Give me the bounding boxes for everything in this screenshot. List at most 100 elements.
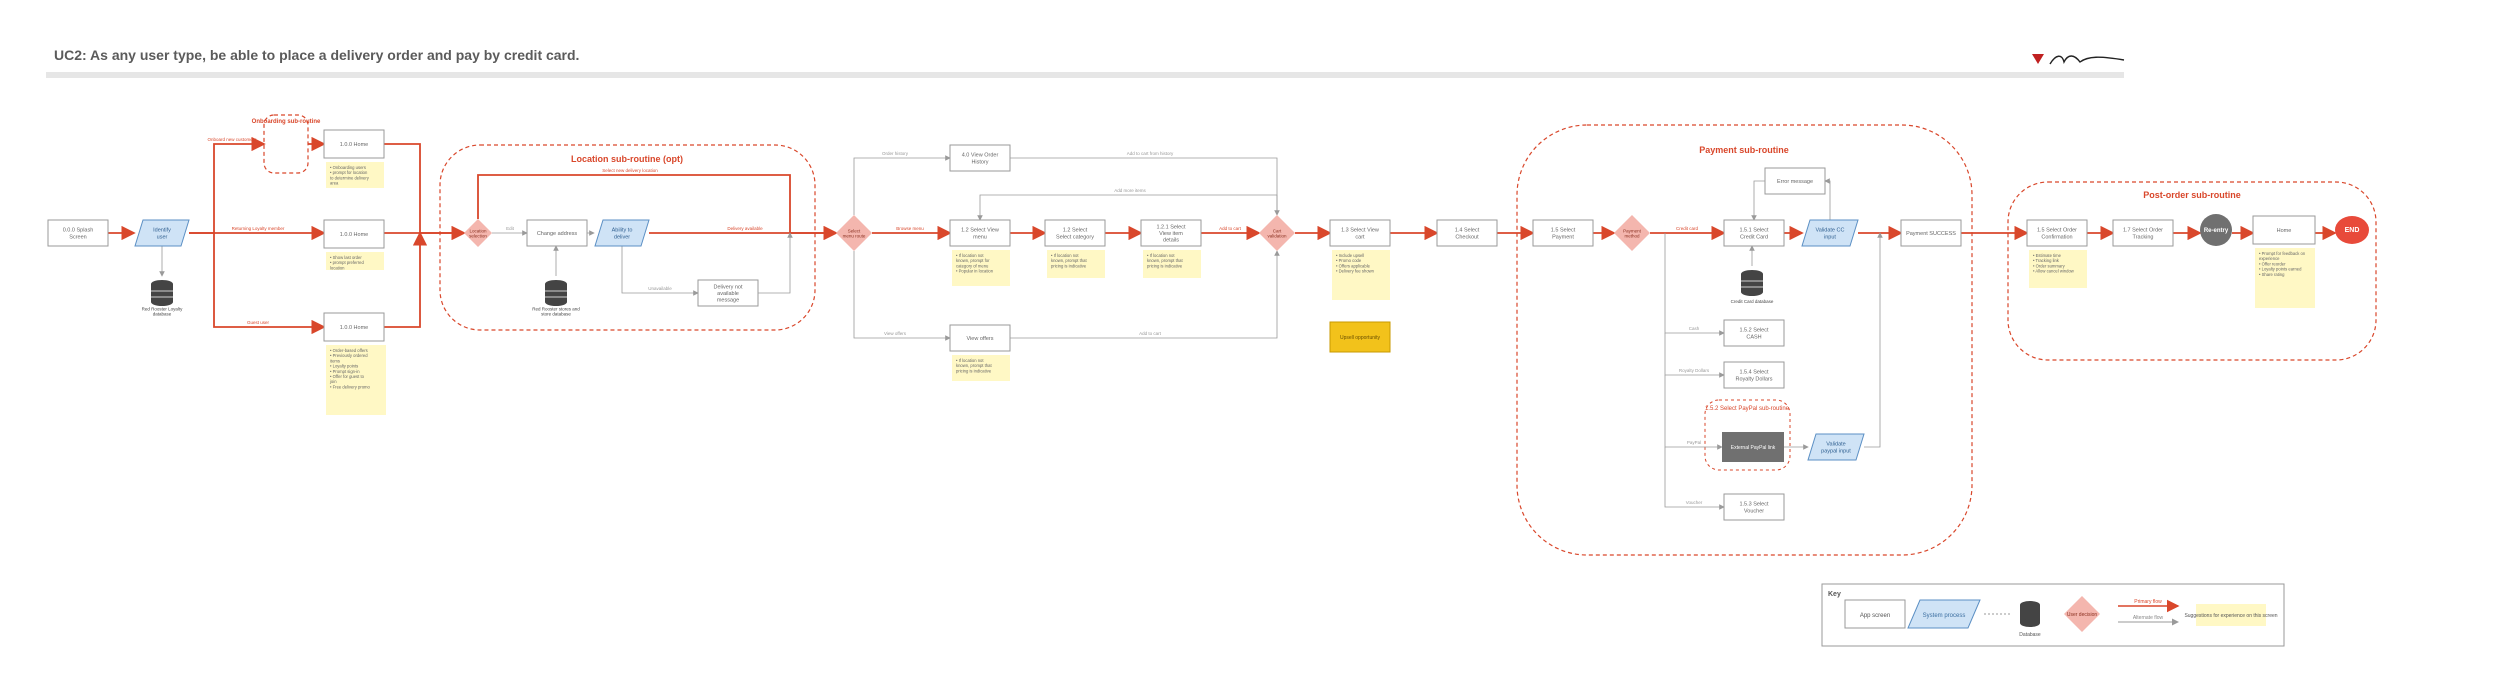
edge-link: [384, 143, 466, 241]
screen-order-confirm[interactable]: 1.5 Select Order Confirmation: [2026, 219, 2088, 247]
legend-title: Key: [1828, 591, 1841, 598]
note-n-menu: • If location not known, prompt for cate…: [952, 250, 1010, 286]
edge-e_more: [977, 194, 1278, 221]
screen-label: View offers: [966, 336, 993, 342]
screen-view-offers[interactable]: View offers: [949, 324, 1011, 352]
screen-payment[interactable]: 1.5 Select Payment: [1532, 219, 1594, 247]
screen-home-top[interactable]: 1.0.0 Home: [323, 129, 385, 159]
legend: Key App screen System process Database U…: [1821, 583, 2285, 647]
group-location-label: Location sub-routine (opt): [571, 154, 683, 164]
screen-order-history[interactable]: 4.0 View Order History: [949, 144, 1011, 172]
note-n-item: • If location not known, prompt that pri…: [1143, 250, 1201, 278]
database-icon: Credit Card database: [1731, 270, 1774, 304]
process-id-user: Identify user: [134, 219, 190, 247]
edge-link: [1824, 178, 1831, 220]
note-n-home-top: • Onboarding users • prompt for location…: [326, 162, 384, 188]
decision-d-cart: Cart validation: [1259, 215, 1295, 251]
note-n-home-end: • Prompt for feedback on experience • Of…: [2255, 248, 2315, 308]
edge-label: View offers: [884, 331, 907, 336]
screen-view-item[interactable]: 1.2.1 Select View item details: [1140, 219, 1202, 247]
screen-payment-success[interactable]: Payment SUCCESS: [1900, 219, 1962, 247]
edge-label: Browse menu: [896, 226, 924, 231]
database-label: Red Rooster Loyalty database: [142, 306, 184, 316]
screen-splash[interactable]: 0.0.0 Splash Screen: [47, 219, 109, 247]
edge-link: [758, 232, 793, 294]
edge-e_cash: [1664, 233, 1725, 336]
edge-e_voucher: [1664, 447, 1725, 510]
edge-label: Select new delivery location: [602, 168, 658, 173]
screen-label: 1.0.0 Home: [340, 232, 368, 238]
legend-note-label: Suggestions for experience on this scree…: [2184, 613, 2277, 619]
screen-home-mid[interactable]: 1.0.0 Home: [323, 219, 385, 249]
screen-label: 1.5.1 Select Credit Card: [1739, 228, 1769, 241]
database-icon: Red Rooster Loyalty database: [142, 280, 184, 317]
screen-label: 1.5 Select Payment: [1551, 228, 1576, 241]
screen-home-bot[interactable]: 1.0.0 Home: [323, 312, 385, 342]
edge-label: Add to cart from history: [1127, 151, 1174, 156]
screen-label: 1.0.0 Home: [340, 142, 368, 148]
edge-link: [1864, 232, 1883, 448]
note-n-home-bot: • Order-based offers • Previously ordere…: [326, 345, 386, 415]
edge-label: Credit card: [1676, 226, 1699, 231]
screen-order-tracking[interactable]: 1.7 Select Order Tracking: [2112, 219, 2174, 247]
edge-label: Delivery available: [727, 226, 763, 231]
edge-label: Cash: [1689, 326, 1700, 331]
end-label: END: [2345, 227, 2360, 234]
edge-link: [384, 231, 428, 328]
edge-label: Edit: [506, 226, 515, 231]
screen-voucher[interactable]: 1.5.3 Select Voucher: [1723, 493, 1785, 521]
legend-process-label: System process: [1923, 613, 1966, 619]
group-payment-label: Payment sub-routine: [1699, 145, 1789, 155]
edge-label: Add more items: [1114, 188, 1146, 193]
screen-credit-card[interactable]: 1.5.1 Select Credit Card: [1723, 219, 1785, 247]
screen-label: 1.0.0 Home: [340, 325, 368, 331]
process-label: Ability to deliver: [612, 228, 633, 241]
edge-label: Unavailable: [648, 286, 672, 291]
re-entry-label: Re-entry: [2204, 228, 2229, 234]
edge-label: PayPal: [1687, 440, 1701, 445]
screen-label: Error message: [1777, 179, 1813, 185]
edge-label: Royalty Dollars: [1679, 368, 1710, 373]
note-n-confirm: • Estimate time • Tracking link • Order …: [2029, 250, 2087, 288]
screen-cash[interactable]: 1.5.2 Select CASH: [1723, 319, 1785, 347]
edge-e_history: [853, 155, 951, 215]
edge-e_returning: [1010, 157, 1280, 216]
screen-label: Payment SUCCESS: [1906, 231, 1956, 237]
screen-view-cart[interactable]: 1.3 Select View cart: [1329, 219, 1391, 247]
screen-error-message[interactable]: Error message: [1764, 167, 1826, 195]
legend-primary-label: Primary flow: [2134, 599, 2162, 605]
edge-link: [1751, 180, 1765, 221]
screen-checkout[interactable]: 1.4 Select Checkout: [1436, 219, 1498, 247]
nodes: 0.0.0 Splash Screen Identify user Red Rooste…: [47, 129, 2369, 521]
edge-e_guest: [213, 233, 326, 335]
screen-loyalty[interactable]: 1.5.4 Select Royalty Dollars: [1723, 361, 1785, 389]
screen-select-category[interactable]: 1.2 Select Select category: [1044, 219, 1106, 247]
database-icon: Red Rooster stores and store database: [532, 280, 580, 317]
legend-database-label: Database: [2019, 632, 2041, 638]
edge-label: Returning Loyalty member: [232, 226, 285, 231]
highlight-label: Upsell opportunity: [1340, 335, 1381, 341]
decision-d-payment: Payment method: [1614, 215, 1650, 251]
edge-e_onboard: [189, 136, 266, 234]
screen-view-menu[interactable]: 1.2 Select View menu: [949, 219, 1011, 247]
decision-label: Location selection: [469, 228, 487, 238]
end-node: END: [2335, 216, 2369, 244]
process-validate-cc: Validate CC input: [1801, 219, 1859, 247]
edge-label: Onboard new customers: [207, 137, 257, 142]
decision-label: Payment method: [1623, 228, 1642, 238]
process-validate-paypal: Validate paypal input: [1807, 433, 1865, 461]
process-apply-to-deliver: Ability to deliver: [594, 219, 650, 247]
screen-delivery-msg[interactable]: Delivery not available message: [697, 279, 759, 307]
screen-label: Change address: [537, 231, 578, 237]
screen-home-end[interactable]: Home: [2252, 215, 2316, 245]
upsell-highlight: Upsell opportunity: [1329, 321, 1391, 353]
screen-label: Home: [2277, 228, 2292, 234]
screen-change-address[interactable]: Change address: [526, 219, 588, 247]
edges: Onboard new customers Returning Loyalty m…: [108, 136, 2337, 510]
note-n-offers: • If location not known, prompt that pri…: [952, 355, 1010, 381]
external-paypal-link[interactable]: External PayPal link: [1722, 432, 1784, 462]
decision-d-menu: Select menu route: [836, 215, 872, 251]
legend-screen-label: App screen: [1860, 613, 1890, 619]
note-n-cart: • Include upsell • Promo code • Offers a…: [1332, 250, 1390, 300]
external-paypal-label: External PayPal link: [1731, 445, 1776, 451]
